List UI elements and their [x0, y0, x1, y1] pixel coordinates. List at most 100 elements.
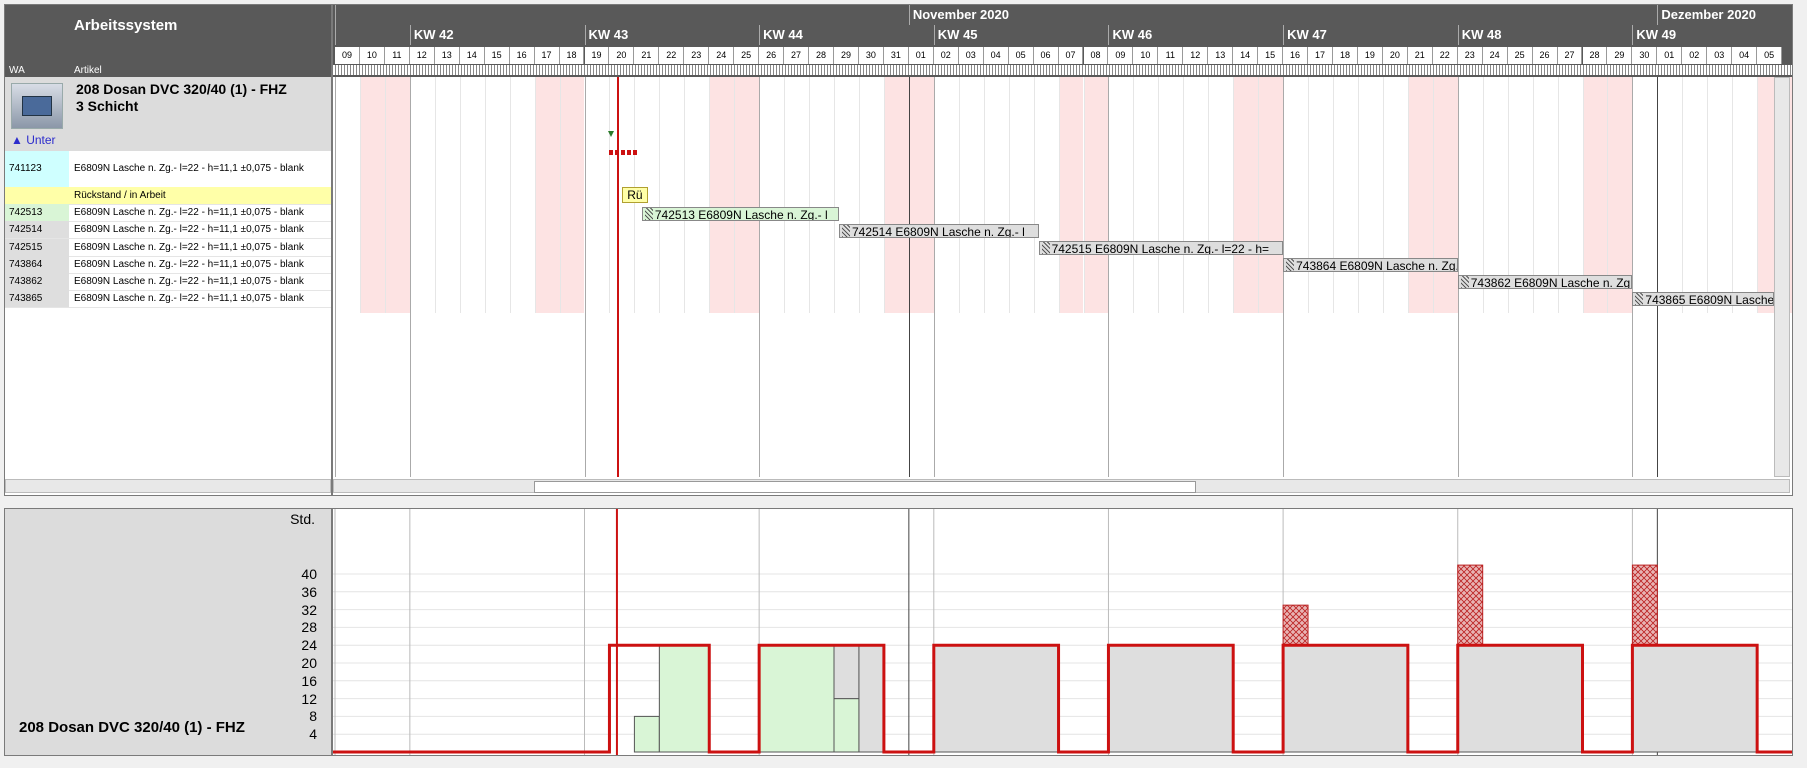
- gantt-vertical-scrollbar[interactable]: [1774, 77, 1790, 477]
- load-block: [633, 715, 660, 753]
- day-label: 10: [359, 47, 385, 64]
- load-block: [858, 644, 885, 753]
- order-wa: 743865: [5, 290, 69, 308]
- day-gridline: [509, 77, 511, 313]
- weekend-shading: [1233, 77, 1259, 313]
- order-wa: 743864: [5, 255, 69, 273]
- load-block: [833, 698, 860, 753]
- y-tick-label: 40: [301, 566, 317, 582]
- day-gridline: [858, 77, 860, 313]
- order-row[interactable]: 743862 E6809N Lasche n. Zg.- l=22 - h=11,…: [5, 273, 331, 291]
- day-label: 05: [1008, 47, 1034, 64]
- order-bar[interactable]: 742513 E6809N Lasche n. Zg.- l: [641, 207, 839, 221]
- scrollbar-thumb[interactable]: [534, 481, 1196, 493]
- hatch-icon: [644, 208, 653, 220]
- time-ruler: [333, 65, 1792, 75]
- order-bar-label: 743864 E6809N Lasche n. Zg.-: [1296, 259, 1458, 272]
- day-gridline: [1008, 77, 1010, 313]
- progress-marker[interactable]: [608, 150, 637, 155]
- left-header: Arbeitssystem WA Artikel: [5, 5, 331, 77]
- day-label: 29: [1607, 47, 1633, 64]
- day-gridline: [1333, 77, 1334, 313]
- order-bar[interactable]: 742515 E6809N Lasche n. Zg.- l=22 - h=: [1038, 241, 1284, 255]
- machine-shift: 3 Schicht: [76, 98, 139, 114]
- order-bar-label: 743865 E6809N Lasche n. Zg.- l: [1645, 293, 1774, 306]
- day-label: 21: [1407, 47, 1433, 64]
- day-label: 13: [434, 47, 460, 64]
- day-label: 25: [1507, 47, 1533, 64]
- week-gridline: [759, 77, 761, 477]
- order-row[interactable]: 742515 E6809N Lasche n. Zg.- l=22 - h=11,…: [5, 238, 331, 257]
- order-row[interactable]: 743864 E6809N Lasche n. Zg.- l=22 - h=11,…: [5, 255, 331, 274]
- left-horizontal-scrollbar[interactable]: [5, 479, 331, 493]
- gantt-body: Rü 742513 E6809N Lasche n. Zg.- l 742514 E…: [333, 77, 1792, 477]
- load-block: [1107, 644, 1234, 753]
- order-row[interactable]: 741123 E6809N Lasche n. Zg.- l=22 - h=11,…: [5, 151, 331, 188]
- week-label: KW 43: [584, 25, 760, 45]
- weekend-shading: [559, 77, 585, 313]
- day-label: 25: [734, 47, 760, 64]
- column-wa[interactable]: WA: [9, 65, 25, 76]
- order-row[interactable]: 742513 E6809N Lasche n. Zg.- l=22 - h=11,…: [5, 204, 331, 223]
- hatch-icon: [1460, 276, 1469, 288]
- day-label: 04: [983, 47, 1009, 64]
- order-row[interactable]: 742514 E6809N Lasche n. Zg.- l=22 - h=11,…: [5, 221, 331, 240]
- day-gridline: [384, 77, 386, 313]
- month-label: [335, 5, 909, 25]
- day-gridline: [1757, 77, 1759, 313]
- week-gridline: [1108, 77, 1110, 477]
- month-gridline: [1657, 77, 1659, 477]
- day-gridline: [1233, 77, 1235, 313]
- day-label: 22: [659, 47, 685, 64]
- day-gridline: [883, 77, 885, 313]
- day-label: 06: [1033, 47, 1059, 64]
- day-label: 23: [684, 47, 710, 64]
- day-label: 14: [1233, 47, 1259, 64]
- order-artikel: E6809N Lasche n. Zg.- l=22 - h=11,1 ±0,0…: [74, 207, 304, 219]
- hatch-icon: [841, 225, 850, 237]
- day-label: 18: [1333, 47, 1358, 64]
- day-label: 28: [1582, 47, 1608, 64]
- order-bar[interactable]: 743864 E6809N Lasche n. Zg.-: [1283, 258, 1458, 272]
- unter-toggle[interactable]: ▲ Unter: [11, 133, 56, 147]
- day-gridline: [484, 77, 486, 313]
- day-gridline: [958, 77, 960, 313]
- load-chart-svg: [333, 509, 1792, 755]
- order-bar[interactable]: 743862 E6809N Lasche n. Zg.-: [1457, 275, 1633, 289]
- order-bar[interactable]: 742514 E6809N Lasche n. Zg.- l: [838, 224, 1039, 238]
- day-gridline: [1357, 77, 1359, 313]
- week-gridline: [1632, 77, 1634, 477]
- start-flag-icon: [607, 131, 614, 137]
- day-gridline: [1382, 77, 1384, 313]
- y-tick-label: 16: [301, 672, 317, 689]
- week-label: KW 46: [1108, 25, 1283, 45]
- day-gridline: [784, 77, 786, 313]
- load-chart-legend: Std. 4 8 12 16 20 24 28 32 36 40 208 Dosan DVC 320…: [4, 508, 332, 756]
- day-label: 05: [1757, 47, 1783, 64]
- gantt-horizontal-scrollbar[interactable]: [333, 479, 1790, 493]
- column-artikel[interactable]: Artikel: [74, 65, 102, 76]
- order-bar-label: 743862 E6809N Lasche n. Zg.-: [1470, 276, 1633, 289]
- hatch-icon: [1286, 259, 1295, 271]
- hatch-icon: [1635, 293, 1644, 305]
- order-bar-label: 742513 E6809N Lasche n. Zg.- l: [654, 208, 828, 221]
- order-wa: 742515: [5, 238, 69, 256]
- day-gridline: [1208, 77, 1210, 313]
- order-row[interactable]: 743865 E6809N Lasche n. Zg.- l=22 - h=11,…: [5, 290, 331, 309]
- order-row[interactable]: Rückstand / in Arbeit: [5, 187, 331, 205]
- weekend-shading: [1083, 77, 1109, 313]
- order-artikel: E6809N Lasche n. Zg.- l=22 - h=11,1 ±0,0…: [74, 241, 304, 253]
- day-label: 29: [834, 47, 859, 64]
- rueckstand-bar[interactable]: Rü: [621, 187, 648, 203]
- day-label: 15: [1258, 47, 1284, 64]
- weekend-shading: [384, 77, 410, 313]
- order-bar[interactable]: 743865 E6809N Lasche n. Zg.- l: [1632, 292, 1774, 306]
- weekend-shading: [1258, 77, 1284, 313]
- day-label: 27: [1557, 47, 1583, 64]
- weekend-shading: [1058, 77, 1084, 313]
- machine-block[interactable]: 208 Dosan DVC 320/40 (1) - FHZ 3 Schicht…: [5, 77, 331, 151]
- day-label: 12: [1183, 47, 1209, 64]
- day-label: 30: [858, 47, 884, 64]
- day-gridline: [359, 77, 361, 313]
- day-label: 08: [1083, 47, 1109, 64]
